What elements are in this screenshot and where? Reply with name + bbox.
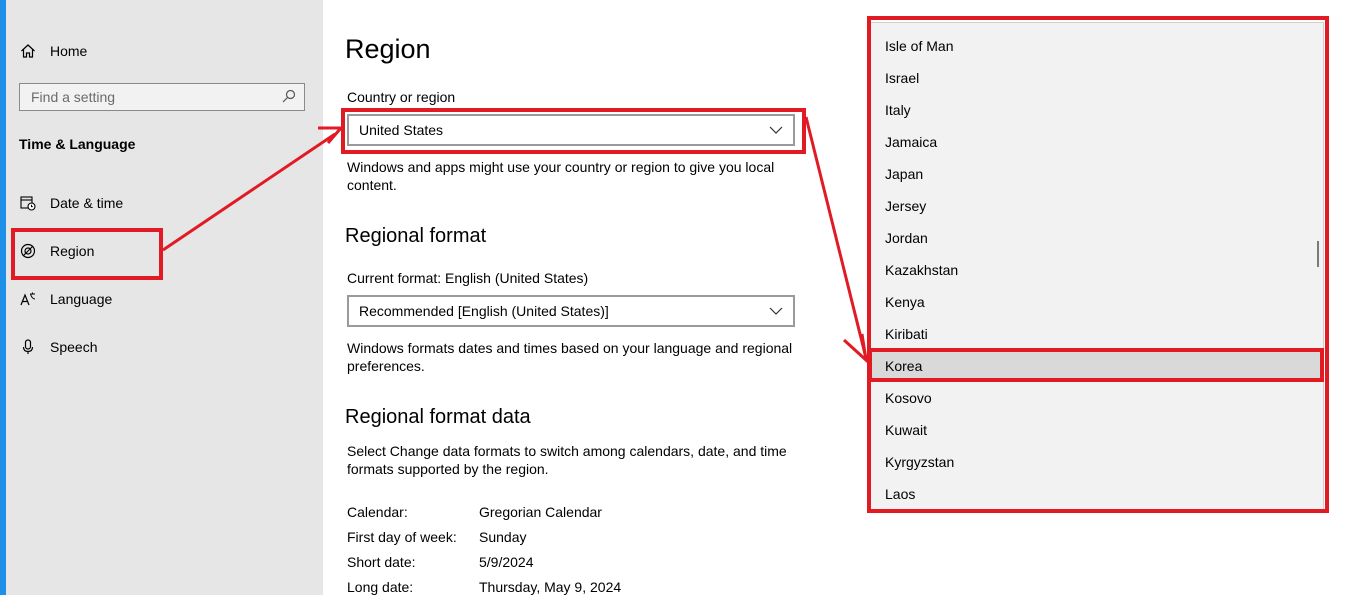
chevron-down-icon (769, 122, 783, 138)
data-row-value: 5/9/2024 (479, 554, 534, 570)
dropdown-item[interactable]: Kazakhstan (871, 254, 1323, 286)
dropdown-item[interactable]: Kosovo (871, 382, 1323, 414)
dropdown-item[interactable]: Israel (871, 62, 1323, 94)
data-row-key: Long date: (347, 579, 414, 595)
data-row-first-day: First day of week: Sunday (347, 529, 526, 545)
country-select[interactable]: United States (347, 114, 795, 146)
sidebar-item-label: Region (50, 243, 95, 259)
dropdown-item[interactable]: Kiribati (871, 318, 1323, 350)
main-panel: Region Country or region United States W… (323, 0, 868, 595)
chevron-down-icon (769, 303, 783, 319)
country-dropdown-list[interactable]: Isle of Man Israel Italy Jamaica Japan J… (870, 22, 1324, 510)
dropdown-item[interactable]: Kuwait (871, 414, 1323, 446)
nav-home[interactable]: Home (20, 39, 87, 63)
current-format-label: Current format: English (United States) (347, 270, 589, 286)
format-select[interactable]: Recommended [English (United States)] (347, 295, 795, 327)
page-title: Region (345, 34, 431, 64)
language-icon (20, 291, 36, 307)
data-row-key: Short date: (347, 554, 416, 570)
dropdown-item[interactable]: Jersey (871, 190, 1323, 222)
format-select-value: Recommended [English (United States)] (359, 303, 609, 319)
data-row-key: First day of week: (347, 529, 457, 545)
country-select-value: United States (359, 122, 444, 138)
sidebar-item-date-time[interactable]: Date & time (20, 191, 123, 215)
country-label: Country or region (347, 89, 456, 105)
section-title: Time & Language (19, 136, 136, 152)
dropdown-item-selected[interactable]: Korea (871, 350, 1323, 382)
regional-format-title: Regional format (345, 225, 487, 247)
dropdown-item[interactable]: Italy (871, 94, 1323, 126)
data-row-key: Calendar: (347, 504, 408, 520)
microphone-icon (20, 339, 36, 355)
dropdown-item[interactable]: Jordan (871, 222, 1323, 254)
search-placeholder: Find a setting (31, 89, 116, 105)
search-input[interactable]: Find a setting (19, 83, 305, 111)
scrollbar-thumb[interactable] (1317, 241, 1319, 267)
data-row-long-date: Long date: Thursday, May 9, 2024 (347, 579, 621, 595)
dropdown-item[interactable]: Kenya (871, 286, 1323, 318)
data-row-short-date: Short date: 5/9/2024 (347, 554, 534, 570)
sidebar-item-region[interactable]: Region (20, 239, 94, 263)
sidebar-item-label: Language (50, 291, 113, 307)
data-row-value: Gregorian Calendar (479, 504, 602, 520)
sidebar: Home Find a setting Time & Language Date… (6, 0, 323, 595)
calendar-clock-icon (20, 195, 36, 211)
sidebar-item-speech[interactable]: Speech (20, 335, 97, 359)
home-icon (20, 43, 36, 59)
dropdown-item[interactable]: Jamaica (871, 126, 1323, 158)
format-data-title: Regional format data (345, 406, 531, 428)
format-data-description: Select Change data formats to switch amo… (347, 443, 787, 477)
dropdown-item[interactable]: Kyrgyzstan (871, 446, 1323, 478)
nav-home-label: Home (50, 43, 88, 59)
data-row-calendar: Calendar: Gregorian Calendar (347, 504, 602, 520)
sidebar-item-language[interactable]: Language (20, 287, 112, 311)
dropdown-item[interactable]: Japan (871, 158, 1323, 190)
dropdown-item[interactable]: Isle of Man (871, 30, 1323, 62)
dropdown-item[interactable]: Laos (871, 478, 1323, 509)
globe-icon (20, 243, 36, 259)
sidebar-item-label: Date & time (50, 195, 124, 211)
data-row-value: Sunday (479, 529, 527, 545)
sidebar-item-label: Speech (50, 339, 98, 355)
search-icon[interactable] (282, 89, 296, 106)
data-row-value: Thursday, May 9, 2024 (479, 579, 622, 595)
format-description: Windows formats dates and times based on… (347, 340, 793, 374)
country-description: Windows and apps might use your country … (347, 159, 775, 193)
